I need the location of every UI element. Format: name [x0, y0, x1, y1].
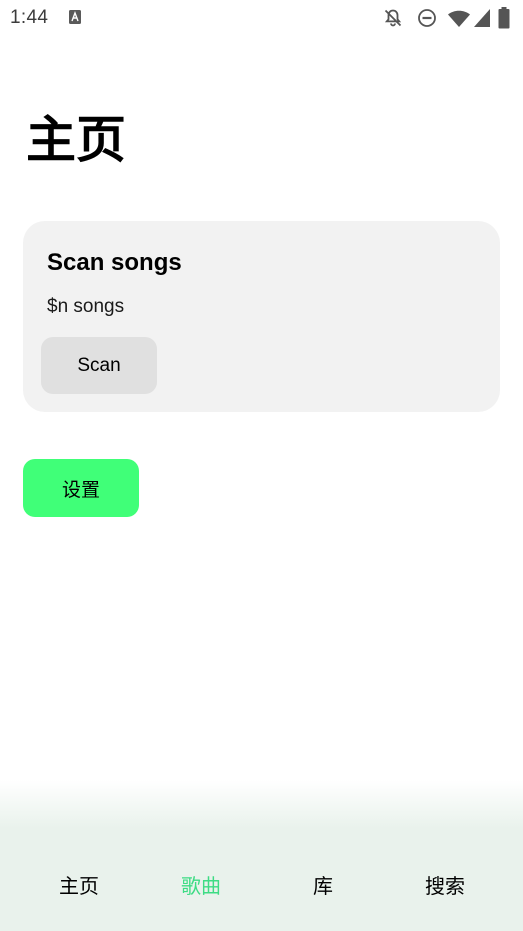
notification-a-icon — [69, 10, 81, 24]
status-time: 1:44 — [10, 7, 49, 28]
bottom-navigation: 主页 歌曲 库 搜索 — [0, 780, 523, 931]
status-bar: 1:44 — [0, 0, 523, 36]
wifi-icon — [448, 10, 470, 27]
nav-item-songs[interactable]: 歌曲 — [151, 870, 251, 899]
song-count-text: $n songs — [47, 296, 125, 317]
bell-off-icon — [384, 9, 402, 27]
scan-button[interactable]: Scan — [41, 337, 157, 394]
scan-songs-card: Scan songs $n songs Scan — [23, 221, 500, 412]
battery-icon — [498, 7, 510, 29]
settings-button[interactable]: 设置 — [23, 459, 139, 517]
nav-item-search[interactable]: 搜索 — [395, 870, 495, 899]
nav-item-home[interactable]: 主页 — [29, 870, 129, 899]
card-title: Scan songs — [47, 249, 182, 276]
cell-signal-icon — [474, 9, 490, 27]
nav-item-library[interactable]: 库 — [273, 870, 373, 899]
page-title: 主页 — [26, 111, 126, 169]
do-not-disturb-icon — [418, 9, 436, 27]
